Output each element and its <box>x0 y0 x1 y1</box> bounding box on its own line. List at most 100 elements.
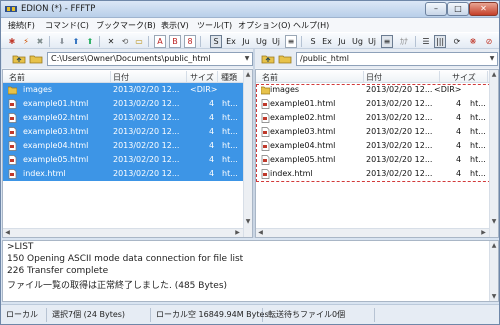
refresh-icon[interactable]: ❋ <box>467 35 479 48</box>
remote-vertical-scrollbar[interactable]: ▲ ▼ <box>489 70 498 237</box>
column-divider <box>186 71 187 82</box>
log-line: 226 Transfer complete <box>7 266 109 276</box>
open-folder-icon[interactable] <box>29 53 43 64</box>
file-row[interactable]: index.html 2013/02/20 12... 4 ht... <box>3 167 252 181</box>
log-vertical-scrollbar[interactable]: ▲ ▼ <box>489 241 498 301</box>
transfer-ascii-button[interactable]: A <box>154 35 166 48</box>
list-view-icon[interactable]: ☰ <box>420 35 432 48</box>
column-date[interactable]: 日付 <box>366 72 382 83</box>
file-size: 4 <box>209 141 215 150</box>
column-size[interactable]: サイズ <box>452 72 476 83</box>
local-file-list[interactable]: 名前 日付 サイズ 種類 images 2013/02/20 12... <DIR>… <box>2 69 253 238</box>
upload-icon[interactable]: ⬆ <box>70 35 82 48</box>
new-folder-icon[interactable]: ▭ <box>133 35 145 48</box>
file-row[interactable]: example02.html 2013/02/20 12... 4 ht... <box>3 111 252 125</box>
column-name[interactable]: 名前 <box>9 72 25 83</box>
minimize-button[interactable]: – <box>425 2 447 16</box>
kanji-jis-remote-button[interactable]: Ju <box>240 35 252 48</box>
menu-options[interactable]: オプション(O) <box>238 20 291 31</box>
drop-target-outline <box>256 84 496 182</box>
scroll-right-icon[interactable]: ▶ <box>233 229 242 237</box>
column-size[interactable]: サイズ <box>190 72 214 83</box>
title-bar[interactable]: EDION (*) - FFFTP – □ ✕ <box>1 1 499 18</box>
scroll-down-icon[interactable]: ▼ <box>244 217 252 226</box>
scroll-down-icon[interactable]: ▼ <box>490 292 498 301</box>
remote-horizontal-scrollbar[interactable]: ◀ ▶ <box>256 228 489 237</box>
log-panel[interactable]: >LIST 150 Opening ASCII mode data connec… <box>2 240 499 302</box>
remote-path-input[interactable]: /public_html ▼ <box>296 52 498 66</box>
file-date: 2013/02/20 12... <box>113 155 180 164</box>
remote-file-list[interactable]: 名前 日付 サイズ 種 images2013/02/20 12...<DIR>e… <box>255 69 499 238</box>
file-row[interactable]: example01.html 2013/02/20 12... 4 ht... <box>3 97 252 111</box>
column-kind[interactable]: 種類 <box>221 72 237 83</box>
file-name: example04.html <box>23 141 89 150</box>
kanji-sjis-remote-button[interactable]: S <box>210 35 222 48</box>
kanji-jis-local-button[interactable]: Ju <box>336 35 348 48</box>
kanji-euc-local-button[interactable]: Ex <box>321 35 333 48</box>
transfer-binary-button[interactable]: B <box>169 35 181 48</box>
close-button[interactable]: ✕ <box>469 2 498 16</box>
scroll-up-icon[interactable]: ▲ <box>244 70 252 79</box>
html-file-icon <box>8 127 17 137</box>
rename-icon[interactable]: ⟲ <box>119 35 131 48</box>
download-icon[interactable]: ⬇ <box>56 35 68 48</box>
file-row[interactable]: example04.html 2013/02/20 12... 4 ht... <box>3 139 252 153</box>
maximize-button[interactable]: □ <box>447 2 469 16</box>
mirror-upload-icon[interactable]: ⬆ <box>84 35 96 48</box>
folder-up-icon[interactable] <box>261 53 275 64</box>
local-horizontal-scrollbar[interactable]: ◀ ▶ <box>3 228 243 237</box>
kanji-sjis-local-button[interactable]: S <box>307 35 319 48</box>
kanji-none-local-button[interactable]: ≡ <box>381 35 393 48</box>
local-path-input[interactable]: C:\Users\Owner\Documents\public_html ▼ <box>47 52 253 66</box>
file-date: 2013/02/20 12... <box>113 169 180 178</box>
file-size: <DIR> <box>190 85 218 94</box>
kanji-none-remote-button[interactable]: ≡ <box>285 35 297 48</box>
menu-tools[interactable]: ツール(T) <box>197 20 232 31</box>
chevron-down-icon[interactable]: ▼ <box>242 53 252 65</box>
quick-connect-icon[interactable]: ⚡ <box>20 35 32 48</box>
kanji-utf8-local-button[interactable]: Ug <box>351 35 364 48</box>
kana-conversion-button[interactable]: ｶﾅ <box>398 35 410 48</box>
scroll-right-icon[interactable]: ▶ <box>479 229 488 237</box>
menu-command[interactable]: コマンド(C) <box>45 20 89 31</box>
kanji-utf8-remote-button[interactable]: Ug <box>255 35 268 48</box>
local-vertical-scrollbar[interactable]: ▲ ▼ <box>243 70 252 237</box>
scroll-up-icon[interactable]: ▲ <box>490 70 498 79</box>
connect-icon[interactable]: ✱ <box>6 35 18 48</box>
file-row[interactable]: images 2013/02/20 12... <DIR> <box>3 83 252 97</box>
file-row[interactable]: example03.html 2013/02/20 12... 4 ht... <box>3 125 252 139</box>
kanji-utf8-bom-remote-button[interactable]: Uj <box>270 35 282 48</box>
remote-pane: /public_html ▼ 名前 日付 サイズ 種 images2013/02… <box>255 49 499 238</box>
status-free-space: ローカル空 16849.94M Bytes <box>153 308 269 322</box>
file-row[interactable]: example05.html 2013/02/20 12... 4 ht... <box>3 153 252 167</box>
file-name: index.html <box>23 169 66 178</box>
menu-bookmark[interactable]: ブックマーク(B) <box>96 20 156 31</box>
delete-icon[interactable]: ✕ <box>105 35 117 48</box>
file-size: 4 <box>209 127 215 136</box>
column-date[interactable]: 日付 <box>113 72 129 83</box>
menu-view[interactable]: 表示(V) <box>161 20 189 31</box>
menu-connect[interactable]: 接続(F) <box>8 20 35 31</box>
scroll-down-icon[interactable]: ▼ <box>490 217 498 226</box>
disconnect-icon[interactable]: ✖ <box>34 35 46 48</box>
scroll-left-icon[interactable]: ◀ <box>256 229 265 237</box>
folder-up-icon[interactable] <box>12 53 26 64</box>
html-file-icon <box>8 113 17 123</box>
scroll-left-icon[interactable]: ◀ <box>3 229 12 237</box>
column-divider <box>217 71 218 82</box>
stop-icon[interactable]: ⊘ <box>483 35 495 48</box>
column-name[interactable]: 名前 <box>262 72 278 83</box>
scroll-up-icon[interactable]: ▲ <box>490 241 498 250</box>
chevron-down-icon[interactable]: ▼ <box>487 53 497 65</box>
kanji-euc-remote-button[interactable]: Ex <box>225 35 237 48</box>
status-bar: ローカル 選択7個 (24 Bytes) ローカル空 16849.94M Byt… <box>1 304 499 324</box>
remote-column-header: 名前 日付 サイズ 種 <box>256 70 498 83</box>
transfer-auto-button[interactable]: 8 <box>184 35 196 48</box>
status-selection: 選択7個 (24 Bytes) <box>49 308 151 322</box>
file-name: example02.html <box>23 113 89 122</box>
open-folder-icon[interactable] <box>278 53 292 64</box>
detail-view-icon[interactable]: ||| <box>434 35 447 48</box>
menu-help[interactable]: ヘルプ(H) <box>293 20 329 31</box>
sync-folder-icon[interactable]: ⟳ <box>451 35 463 48</box>
kanji-utf8-bom-local-button[interactable]: Uj <box>366 35 378 48</box>
